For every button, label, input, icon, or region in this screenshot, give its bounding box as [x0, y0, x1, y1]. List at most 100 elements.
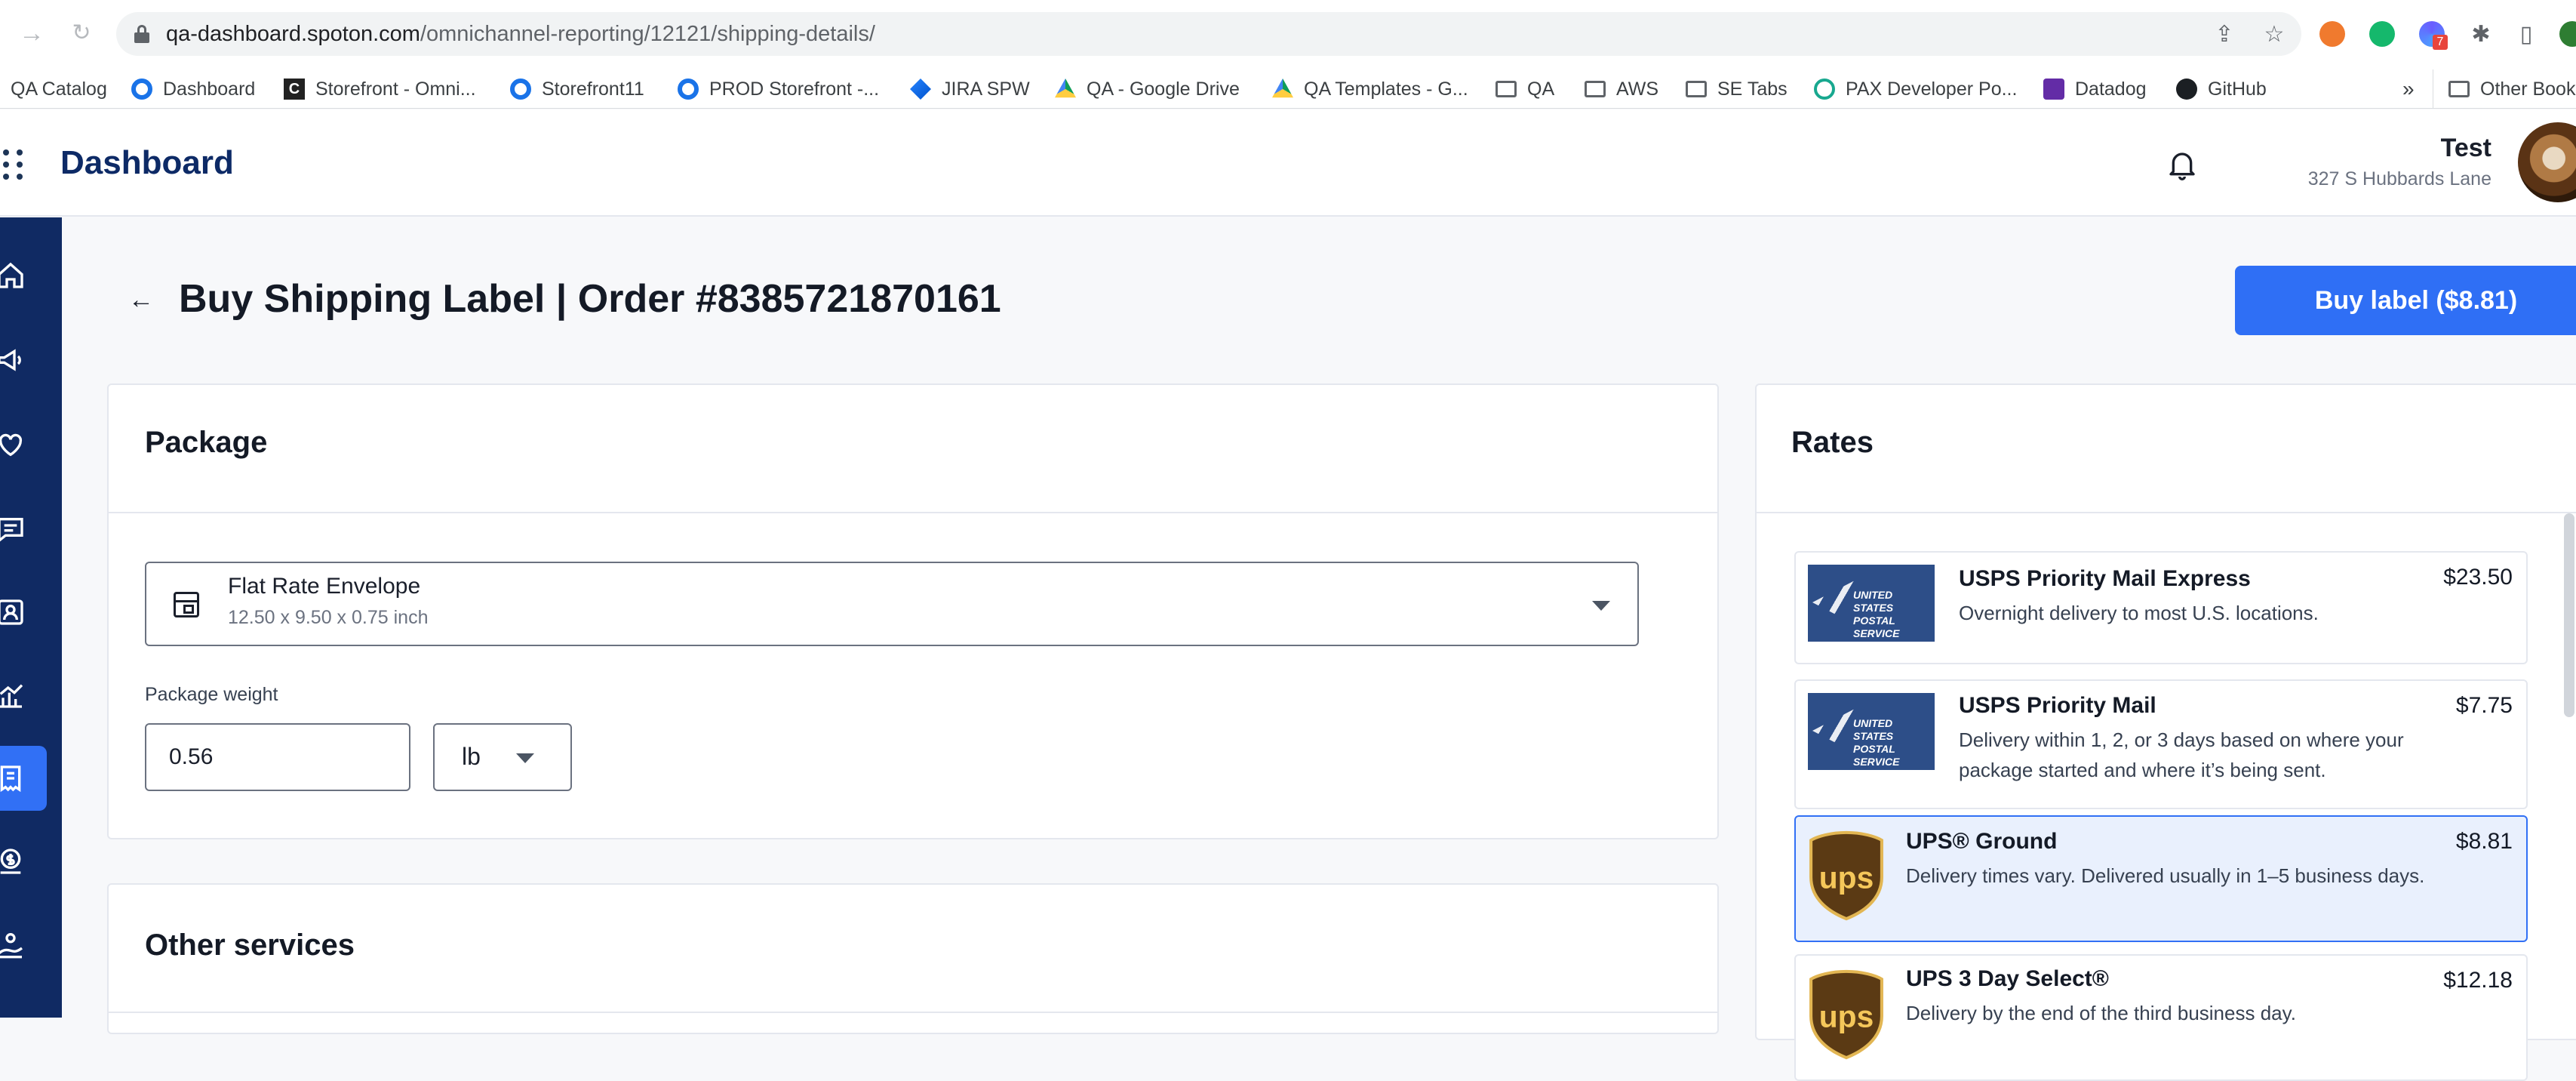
extension-badge-icon[interactable]: 7: [2419, 21, 2448, 50]
ups-logo-text: ups: [1819, 999, 1874, 1033]
ups-logo: ups: [1809, 830, 1883, 921]
rate-option-selected[interactable]: ups UPS® Ground Delivery times vary. Del…: [1794, 815, 2528, 942]
c-icon: C: [284, 79, 305, 100]
bookmark-dashboard[interactable]: Dashboard: [131, 69, 255, 109]
pax-icon: [1814, 79, 1835, 100]
usps-logo-text: UNITED STATES POSTAL SERVICE: [1853, 589, 1900, 639]
receipt-icon: [0, 765, 21, 793]
rate-option[interactable]: UNITED STATES POSTAL SERVICE USPS Priori…: [1794, 551, 2528, 664]
package-card-header: Package: [109, 385, 1717, 513]
bookmark-folder-se-tabs[interactable]: SE Tabs: [1686, 69, 1788, 109]
app-grid-icon[interactable]: [3, 149, 24, 180]
address-bar[interactable]: qa-dashboard.spoton.com/omnichannel-repo…: [116, 12, 2301, 56]
rate-option[interactable]: ups UPS 3 Day Select® Delivery by the en…: [1794, 954, 2528, 1081]
browser-toolbar: → ↻ qa-dashboard.spoton.com/omnichannel-…: [0, 0, 2576, 69]
globe-icon: [678, 79, 699, 100]
profile-icon[interactable]: [2559, 21, 2576, 47]
bookmark-qa-templates[interactable]: QA Templates - G...: [1272, 69, 1468, 109]
bookmark-folder-aws[interactable]: AWS: [1585, 69, 1658, 109]
hand-icon: [0, 933, 23, 959]
globe-icon: [131, 79, 152, 100]
dollar-icon: [0, 848, 21, 874]
datadog-icon: [2043, 79, 2064, 100]
bookmark-github[interactable]: GitHub: [2176, 69, 2267, 109]
chevron-down-icon: [1592, 601, 1610, 611]
bookmark-label: Dashboard: [163, 78, 256, 100]
url-text[interactable]: qa-dashboard.spoton.com/omnichannel-repo…: [166, 21, 875, 47]
rate-name: USPS Priority Mail: [1959, 693, 2156, 718]
bookmark-prod-storefront[interactable]: PROD Storefront -...: [678, 69, 879, 109]
folder-icon: [1686, 81, 1707, 97]
avatar[interactable]: [2516, 120, 2576, 205]
rate-description: Delivery within 1, 2, or 3 days based on…: [1959, 728, 2404, 781]
side-panel-icon[interactable]: ▯: [2513, 21, 2540, 48]
rate-price: $23.50: [2443, 565, 2513, 590]
bookmarks-overflow-button[interactable]: »: [2402, 69, 2415, 109]
sidebar-item-reviews[interactable]: [0, 497, 47, 562]
bookmark-label: PROD Storefront -...: [709, 78, 880, 100]
bookmark-qa-google-drive[interactable]: QA - Google Drive: [1055, 69, 1240, 109]
package-card: Package Flat Rate Envelope 12.50 x 9.50 …: [107, 383, 1719, 839]
brand-title[interactable]: Dashboard: [60, 144, 234, 182]
usps-logo-text: UNITED STATES POSTAL SERVICE: [1853, 717, 1900, 768]
chevron-down-icon: [516, 753, 534, 763]
rate-option[interactable]: UNITED STATES POSTAL SERVICE USPS Priori…: [1794, 679, 2528, 809]
ups-logo: ups: [1809, 969, 1883, 1060]
user-name[interactable]: Test: [2441, 134, 2491, 163]
package-weight-label: Package weight: [145, 684, 278, 705]
bookmark-storefront11[interactable]: Storefront11: [510, 69, 644, 109]
bookmark-label: Storefront11: [542, 78, 644, 100]
bookmark-label: QA: [1527, 78, 1555, 100]
home-icon: [0, 262, 23, 288]
megaphone-icon: [0, 349, 21, 371]
bell-icon[interactable]: [2167, 149, 2197, 182]
reload-icon[interactable]: ↻: [66, 18, 97, 48]
back-arrow-icon[interactable]: ←: [128, 287, 154, 313]
sidebar-item-reports[interactable]: [0, 663, 47, 728]
rate-price: $12.18: [2443, 968, 2513, 993]
user-address: 327 S Hubbards Lane: [2307, 168, 2491, 189]
sidebar-item-loyalty[interactable]: [0, 412, 47, 477]
sidebar-item-customers[interactable]: [0, 580, 47, 645]
rate-price: $8.81: [2455, 829, 2513, 854]
message-icon: [0, 518, 23, 542]
grammarly-icon[interactable]: [2369, 21, 2395, 47]
buy-label-button[interactable]: Buy label ($8.81): [2235, 266, 2576, 335]
weight-unit-select[interactable]: lb: [433, 723, 572, 791]
extensions-puzzle-icon[interactable]: ✱: [2467, 21, 2495, 48]
bookmark-label: SE Tabs: [1717, 78, 1788, 100]
share-icon[interactable]: ⇪: [2211, 21, 2238, 48]
other-bookmarks[interactable]: Other Bookm: [2433, 69, 2576, 109]
bookmark-qa-catalog[interactable]: QA Catalog: [11, 69, 107, 109]
github-icon: [2176, 79, 2197, 100]
extension-orange-icon[interactable]: [2319, 21, 2345, 47]
rates-title: Rates: [1791, 426, 1874, 459]
bookmark-folder-qa[interactable]: QA: [1495, 69, 1554, 109]
chart-icon: [0, 684, 23, 708]
divider: [109, 1012, 1717, 1013]
lock-icon: [134, 25, 149, 43]
sidebar: [0, 217, 62, 1018]
rate-description: Delivery times vary. Delivered usually i…: [1906, 864, 2425, 887]
usps-logo: UNITED STATES POSTAL SERVICE: [1808, 565, 1935, 642]
forward-icon[interactable]: →: [17, 18, 47, 48]
bookmark-star-icon[interactable]: ☆: [2261, 21, 2288, 48]
bookmark-storefront-omni[interactable]: C Storefront - Omni...: [284, 69, 476, 109]
sidebar-item-orders[interactable]: [0, 746, 47, 811]
package-dimensions: 12.50 x 9.50 x 0.75 inch: [228, 607, 429, 628]
app-header: Dashboard Test 327 S Hubbards Lane: [0, 109, 2576, 217]
sidebar-item-home[interactable]: [0, 243, 47, 308]
sidebar-item-payments[interactable]: [0, 829, 47, 894]
package-weight-input[interactable]: 0.56: [145, 723, 410, 791]
bookmark-datadog[interactable]: Datadog: [2043, 69, 2147, 109]
bookmark-pax-developer[interactable]: PAX Developer Po...: [1814, 69, 2017, 109]
weight-unit-value: lb: [462, 743, 481, 770]
rates-scrollbar[interactable]: [2564, 513, 2574, 717]
sidebar-item-support[interactable]: [0, 912, 47, 977]
globe-icon: [510, 79, 531, 100]
folder-icon: [2448, 81, 2470, 97]
sidebar-item-marketing[interactable]: [0, 328, 47, 393]
package-type-select[interactable]: Flat Rate Envelope 12.50 x 9.50 x 0.75 i…: [145, 562, 1639, 646]
bookmark-label: GitHub: [2208, 78, 2267, 100]
bookmark-jira-spw[interactable]: JIRA SPW: [910, 69, 1030, 109]
